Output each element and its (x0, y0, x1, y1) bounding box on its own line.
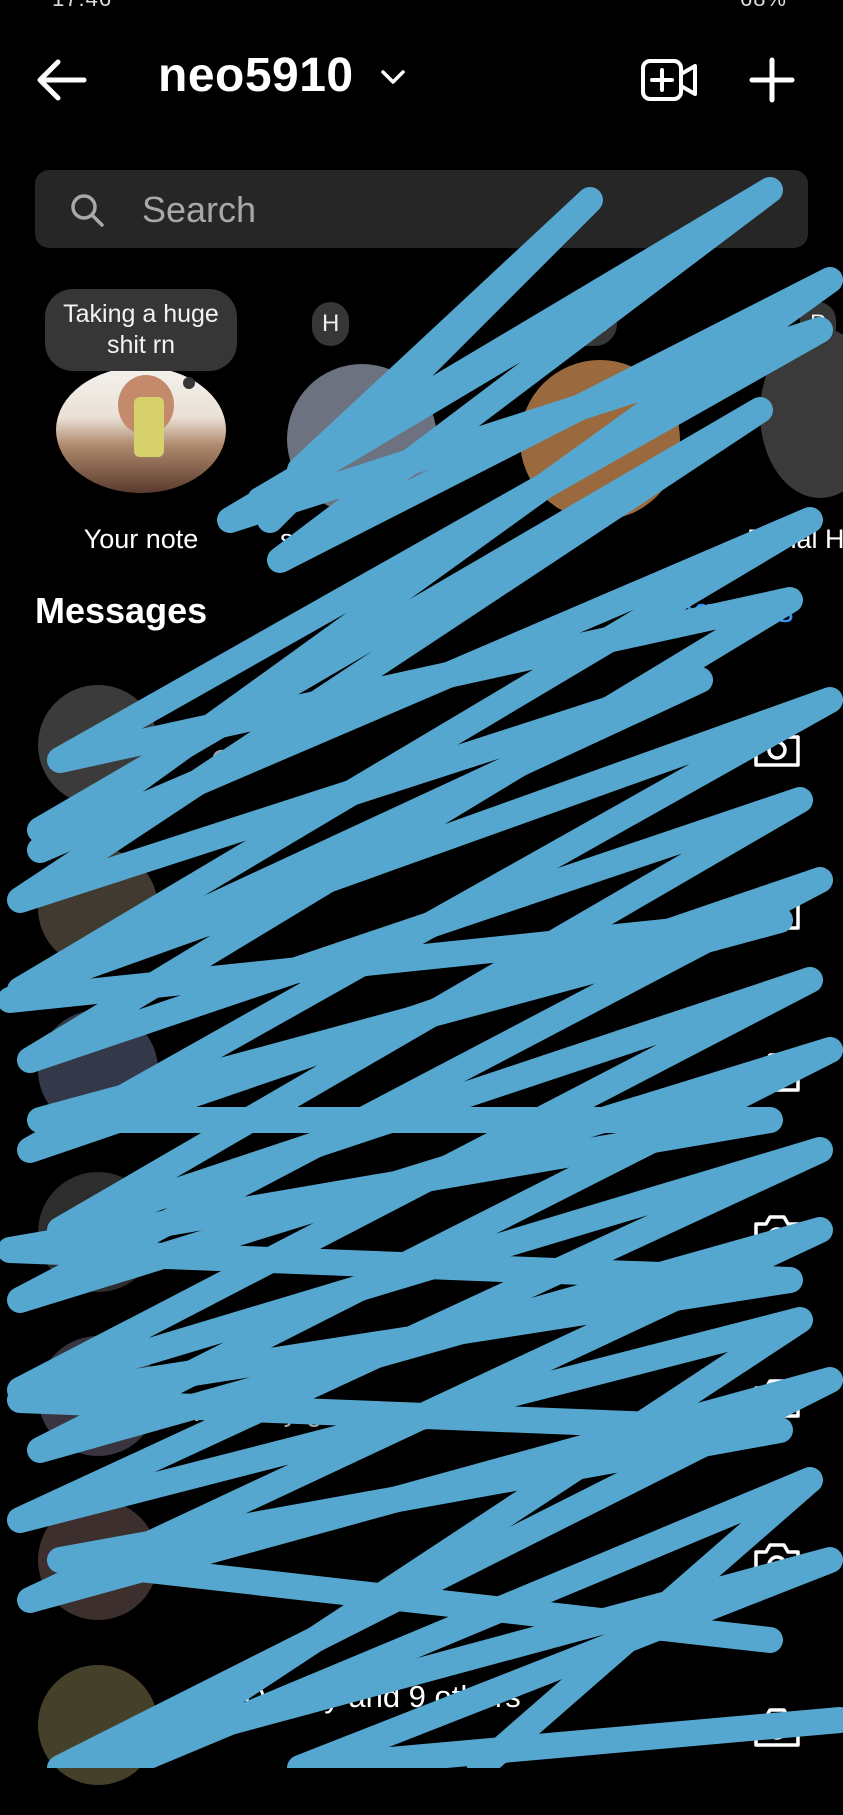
story-avatar[interactable] (760, 328, 843, 498)
thread-avatar (38, 1010, 158, 1130)
plus-icon[interactable] (748, 56, 796, 104)
story-label: Donal H (747, 524, 843, 554)
header: neo5910 (0, 40, 843, 120)
search-icon (71, 194, 104, 227)
thread-snippet: A oin by gate ne · 2h (195, 1396, 462, 1428)
status-time: 17:46 (52, 0, 112, 12)
camera-icon[interactable] (752, 1050, 802, 1094)
story-note-bubble[interactable]: P (800, 302, 837, 346)
thread-name: U (195, 1514, 218, 1549)
story-avatar[interactable] (287, 364, 437, 514)
search-bar[interactable] (35, 170, 808, 250)
account-username[interactable]: neo5910 (158, 48, 354, 103)
thread-row[interactable]: A oin by gate ne · 2h (0, 1336, 843, 1486)
thread-row[interactable]: Hu Dooley and 9 others (0, 1665, 843, 1815)
avatar-can (134, 397, 164, 457)
story-label: se (280, 524, 309, 554)
camera-icon[interactable] (752, 1540, 802, 1584)
thread-avatar (38, 1665, 158, 1785)
camera-icon[interactable] (752, 1212, 802, 1256)
story-note-bubble[interactable]: H (312, 302, 350, 346)
chevron-down-icon[interactable] (380, 68, 406, 86)
search-input[interactable] (140, 170, 744, 250)
thread-avatar (38, 1172, 158, 1292)
thread-snippet: . O a (195, 745, 258, 777)
camera-icon[interactable] (752, 725, 802, 769)
thread-avatar (38, 1500, 158, 1620)
requests-link[interactable]: Requests (650, 592, 794, 631)
thread-avatar (38, 848, 158, 968)
thread-snippet: a p (195, 1560, 236, 1592)
thread-row[interactable]: U a p (0, 1500, 843, 1650)
video-call-icon[interactable] (640, 54, 698, 106)
thread-avatar (38, 1336, 158, 1456)
thread-avatar (38, 685, 158, 805)
arrow-left-icon[interactable] (34, 58, 90, 102)
camera-icon[interactable] (752, 888, 802, 932)
messages-heading: Messages (35, 590, 208, 631)
your-note-label: Your note (83, 524, 199, 554)
thread-row[interactable] (0, 848, 843, 998)
story-avatar[interactable] (520, 360, 680, 520)
thread-row[interactable]: 1 (0, 1010, 843, 1160)
status-bar: 17:46 68% (0, 0, 843, 14)
thread-snippet: 1 (195, 1070, 212, 1102)
thread-row[interactable] (0, 1172, 843, 1322)
status-battery: 68% (740, 0, 787, 12)
thread-name: Hu Dooley and 9 others (195, 1679, 521, 1714)
camera-icon[interactable] (752, 1376, 802, 1420)
thread-row[interactable]: . O a (0, 685, 843, 835)
camera-icon[interactable] (752, 1705, 802, 1749)
story-note-bubble[interactable]: esti (560, 302, 618, 346)
your-note-bubble[interactable]: Taking a huge shit rn (45, 289, 237, 389)
your-note-avatar[interactable] (56, 367, 226, 493)
